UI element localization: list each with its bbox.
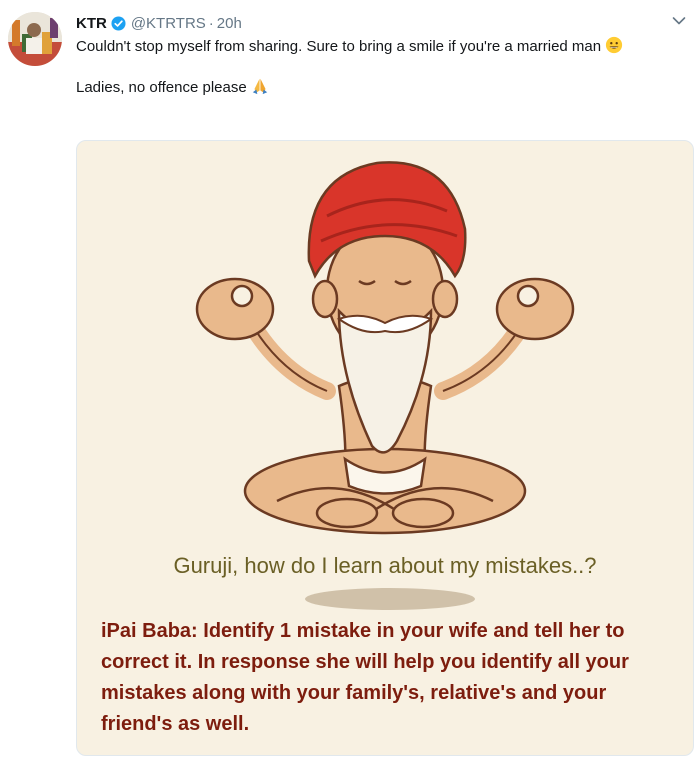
answer-caption: iPai Baba: Identify 1 mistake in your wi…	[101, 620, 629, 735]
tweet-text-line-2: Ladies, no offence please	[76, 79, 247, 96]
ground-shadow	[305, 588, 475, 610]
tweet-text-paragraph-1: Couldn't stop myself from sharing. Sure …	[76, 36, 666, 57]
tweet-text-paragraph-2: Ladies, no offence please	[76, 77, 666, 98]
separator-dot: ·	[208, 14, 214, 32]
verified-badge-icon	[111, 15, 126, 31]
tweet-text: Couldn't stop myself from sharing. Sure …	[76, 36, 666, 98]
tweet-text-line-1: Couldn't stop myself from sharing. Sure …	[76, 38, 602, 55]
tweet-timestamp[interactable]: 20h	[217, 15, 242, 32]
avatar[interactable]	[8, 12, 62, 66]
tweet-header: KTR @KTRTRS · 20h	[76, 12, 242, 34]
question-caption: Guruji, how do I learn about my mistakes…	[173, 553, 597, 578]
tweet-media-image[interactable]: Guruji, how do I learn about my mistakes…	[76, 140, 694, 756]
author-handle[interactable]: @KTRTRS	[131, 15, 206, 32]
folded-hands-emoji-icon	[252, 78, 267, 95]
avatar-image	[8, 12, 62, 66]
author-name[interactable]: KTR	[76, 15, 107, 32]
chevron-down-icon[interactable]	[672, 16, 686, 26]
grinning-face-emoji-icon	[606, 36, 623, 54]
